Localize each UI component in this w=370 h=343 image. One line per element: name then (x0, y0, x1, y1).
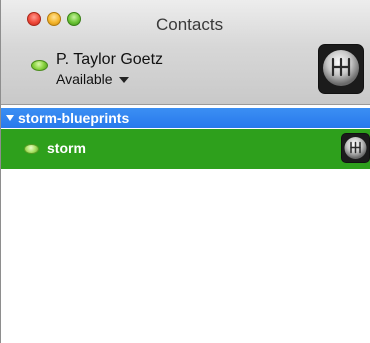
contact-name: storm (47, 140, 86, 156)
disclosure-triangle-icon[interactable] (6, 115, 14, 121)
minimize-window-button[interactable] (47, 12, 61, 26)
user-name: P. Taylor Goetz (56, 51, 164, 68)
close-window-button[interactable] (27, 12, 41, 26)
user-avatar[interactable] (318, 44, 364, 94)
contacts-window: Contacts P. Taylor Goetz Available storm… (0, 0, 370, 343)
titlebar: Contacts P. Taylor Goetz Available (1, 0, 370, 105)
availability-label: Available (56, 71, 113, 87)
availability-dropdown[interactable]: Available (56, 71, 129, 88)
contact-avatar (341, 133, 370, 163)
group-label: storm-blueprints (18, 110, 130, 126)
zoom-window-button[interactable] (67, 12, 81, 26)
chevron-down-icon (118, 76, 129, 83)
status-available-icon (24, 144, 39, 154)
gear-shifter-icon (342, 134, 369, 162)
group-header-storm-blueprints[interactable]: storm-blueprints (1, 108, 370, 128)
gear-shifter-icon (319, 45, 363, 93)
user-status-available-icon (31, 60, 48, 71)
contact-list-empty-area (1, 169, 370, 343)
contact-row-storm[interactable]: storm (1, 129, 370, 169)
window-title: Contacts (156, 15, 224, 34)
